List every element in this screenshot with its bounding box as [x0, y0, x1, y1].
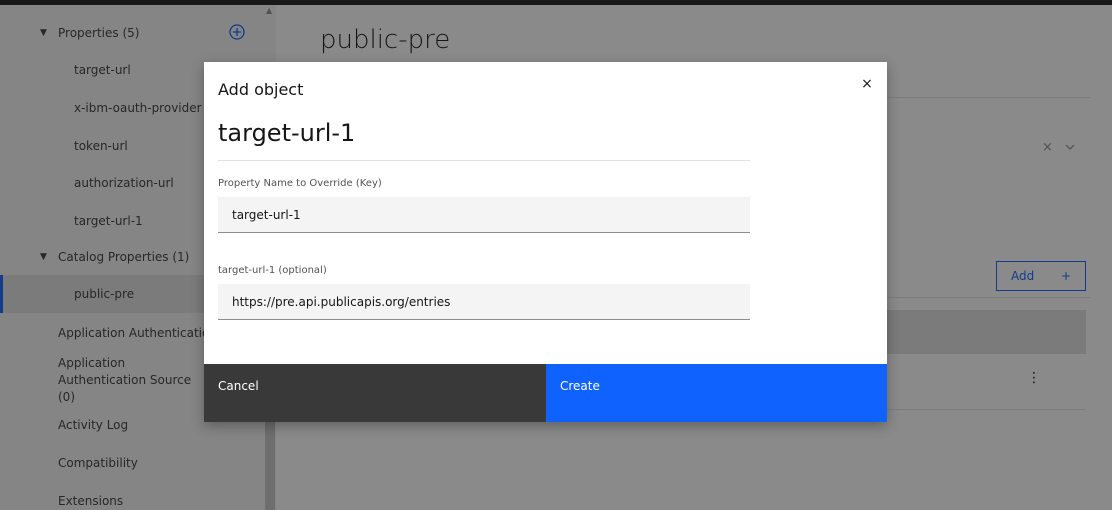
- modal-label: Add object: [218, 80, 304, 99]
- modal-footer: Cancel Create: [204, 364, 887, 422]
- modal-heading: target-url-1: [218, 119, 356, 147]
- key-input-value: target-url-1: [232, 207, 301, 222]
- create-button[interactable]: Create: [546, 364, 887, 422]
- cancel-button[interactable]: Cancel: [204, 364, 546, 422]
- value-input-value: https://pre.api.publicapis.org/entries: [232, 294, 451, 309]
- create-button-label: Create: [560, 379, 600, 393]
- key-field-label: Property Name to Override (Key): [218, 178, 382, 189]
- value-field-label: target-url-1 (optional): [218, 265, 327, 276]
- add-object-modal: Add object target-url-1 × Property Name …: [204, 62, 887, 422]
- divider: [218, 160, 750, 161]
- close-icon[interactable]: ×: [855, 72, 879, 96]
- value-input[interactable]: https://pre.api.publicapis.org/entries: [218, 284, 750, 320]
- cancel-button-label: Cancel: [218, 379, 259, 393]
- key-input[interactable]: target-url-1: [218, 197, 750, 233]
